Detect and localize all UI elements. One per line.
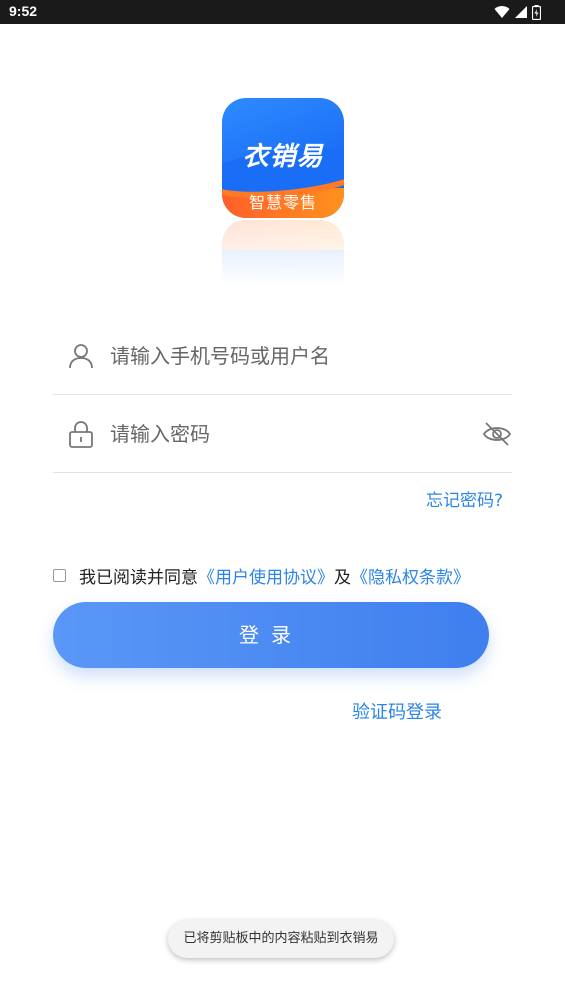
agreement-checkbox[interactable] [53, 568, 66, 582]
logo-reflection-band [222, 220, 344, 250]
clipboard-toast: 已将剪贴板中的内容粘贴到衣销易 [168, 920, 394, 958]
eye-off-icon[interactable] [482, 420, 512, 448]
forgot-password-link[interactable]: 忘记密码? [426, 486, 503, 511]
lock-icon [69, 421, 93, 448]
app-logo: 衣销易 智慧零售 [222, 98, 344, 288]
agreement-prefix: 我已阅读并同意 [79, 567, 198, 588]
logo-reflection [222, 220, 344, 286]
status-icons [494, 4, 541, 20]
wifi-icon [494, 6, 510, 19]
privacy-link[interactable]: 《隐私权条款》 [351, 563, 470, 588]
agreement-row: 我已阅读并同意 《用户使用协议》 及 《隐私权条款》 [53, 562, 470, 588]
logo-brand-text: 衣销易 [242, 142, 324, 172]
username-input[interactable]: 请输入手机号码或用户名 [110, 340, 330, 369]
username-field[interactable]: 请输入手机号码或用户名 [53, 316, 512, 395]
user-icon [69, 344, 93, 369]
login-button[interactable]: 登录 [53, 602, 489, 668]
code-login-link[interactable]: 验证码登录 [352, 698, 442, 724]
agreement-joiner: 及 [334, 567, 351, 588]
battery-icon [532, 4, 541, 20]
logo-reflection-mirror [222, 220, 344, 286]
password-field[interactable]: 请输入密码 [53, 394, 512, 473]
password-input[interactable]: 请输入密码 [110, 418, 210, 447]
status-bar: 9:52 [0, 0, 565, 24]
signal-icon [515, 6, 527, 18]
logo-tile: 衣销易 智慧零售 [222, 98, 344, 218]
status-time: 9:52 [9, 3, 38, 19]
logo-slogan-text: 智慧零售 [248, 193, 317, 212]
terms-link[interactable]: 《用户使用协议》 [198, 563, 334, 588]
